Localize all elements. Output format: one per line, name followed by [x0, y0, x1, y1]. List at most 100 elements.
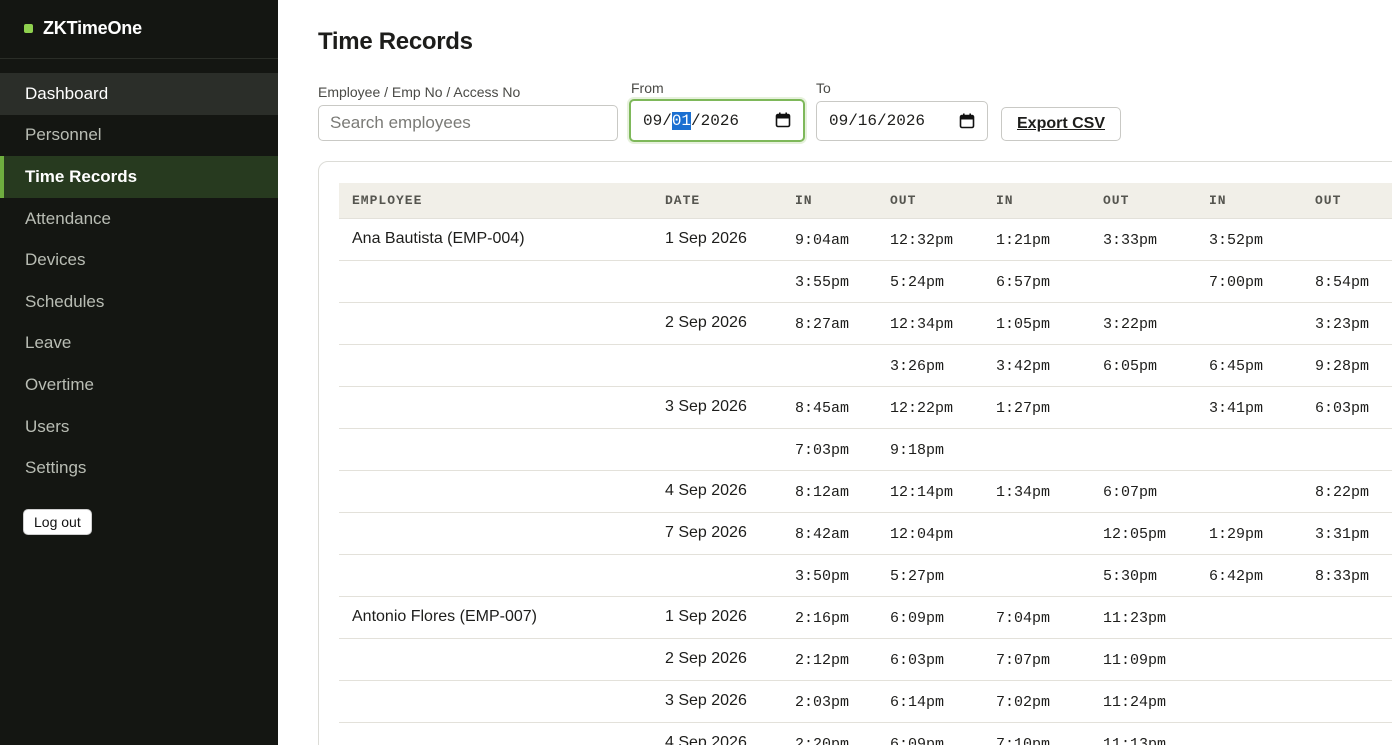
employee-cell — [339, 554, 652, 597]
table-row: 3:55pm 5:24pm 6:57pm 7:00pm 8:54pm — [339, 260, 1392, 303]
punch-time-cell — [1196, 302, 1302, 345]
sidebar-item-label: Personnel — [25, 125, 102, 145]
table-row: 3 Sep 2026 8:45am 12:22pm 1:27pm 3:41pm 6:03p… — [339, 386, 1392, 429]
calendar-icon[interactable] — [775, 112, 791, 128]
sidebar-item-devices[interactable]: Devices — [0, 239, 278, 281]
sidebar-item-personnel[interactable]: Personnel — [0, 115, 278, 157]
logout-button[interactable]: Log out — [23, 509, 92, 535]
sidebar-item-users[interactable]: Users — [0, 406, 278, 448]
punch-time-cell: 2:20pm — [782, 722, 877, 745]
punch-time-cell: 7:04pm — [983, 596, 1090, 639]
punch-time-cell: 6:05pm — [1090, 344, 1196, 387]
sidebar-item-label: Schedules — [25, 291, 105, 311]
punch-time-cell: 8:42am — [782, 512, 877, 555]
punch-time-cell — [1302, 596, 1392, 639]
punch-time-cell: 12:05pm — [1090, 512, 1196, 555]
employee-cell — [339, 344, 652, 387]
date-cell: 2 Sep 2026 — [652, 638, 782, 681]
punch-time-cell: 9:04am — [782, 218, 877, 261]
punch-time-cell: 11:13pm — [1090, 722, 1196, 745]
from-day-segment[interactable]: 01 — [671, 111, 692, 130]
sidebar-item-time-records[interactable]: Time Records — [0, 156, 278, 198]
punch-time-cell: 6:03pm — [877, 638, 983, 681]
punch-time-cell: 3:22pm — [1090, 302, 1196, 345]
punch-time-cell: 3:42pm — [983, 344, 1090, 387]
sidebar-item-label: Attendance — [25, 208, 112, 228]
table-row: 2 Sep 2026 8:27am 12:34pm 1:05pm 3:22pm 3:23p… — [339, 302, 1392, 345]
punch-time-cell: 3:55pm — [782, 260, 877, 303]
employee-cell — [339, 722, 652, 745]
time-records-table: EMPLOYEE DATE IN OUT IN OUT IN OUT Ana Bautista… — [339, 183, 1392, 745]
employee-cell — [339, 260, 652, 303]
punch-time-cell: 11:23pm — [1090, 596, 1196, 639]
punch-time-cell — [1196, 680, 1302, 723]
column-header-out: OUT — [1302, 183, 1392, 219]
sidebar-item-attendance[interactable]: Attendance — [0, 198, 278, 240]
table-row: Antonio Flores (EMP-007) 1 Sep 2026 2:16pm… — [339, 596, 1392, 639]
punch-time-cell: 6:09pm — [877, 596, 983, 639]
divider — [0, 58, 278, 59]
to-date-input[interactable]: 09/16/2026 — [816, 101, 988, 141]
punch-time-cell: 1:05pm — [983, 302, 1090, 345]
punch-time-cell: 3:23pm — [1302, 302, 1392, 345]
date-cell — [652, 554, 782, 597]
punch-time-cell: 3:33pm — [1090, 218, 1196, 261]
brand[interactable]: ZKTimeOne — [24, 17, 142, 39]
employee-cell — [339, 512, 652, 555]
punch-time-cell: 5:27pm — [877, 554, 983, 597]
brand-name: ZKTimeOne — [43, 17, 142, 38]
punch-time-cell: 3:41pm — [1196, 386, 1302, 429]
punch-time-cell: 12:04pm — [877, 512, 983, 555]
to-label: To — [816, 80, 831, 96]
punch-time-cell — [983, 428, 1090, 471]
search-input[interactable] — [318, 105, 618, 141]
punch-time-cell — [1090, 428, 1196, 471]
from-label: From — [631, 80, 664, 96]
export-csv-button[interactable]: Export CSV — [1001, 107, 1122, 141]
punch-time-cell — [1090, 260, 1196, 303]
date-cell — [652, 344, 782, 387]
from-date-value: 09/01/2026 — [643, 111, 740, 130]
calendar-icon[interactable] — [959, 113, 975, 129]
table-row: 3:26pm 3:42pm 6:05pm 6:45pm 9:28pm — [339, 344, 1392, 387]
punch-time-cell: 8:54pm — [1302, 260, 1392, 303]
punch-time-cell: 5:24pm — [877, 260, 983, 303]
column-header-in: IN — [782, 183, 877, 219]
sidebar-item-schedules[interactable]: Schedules — [0, 281, 278, 323]
punch-time-cell: 1:34pm — [983, 470, 1090, 513]
punch-time-cell: 12:22pm — [877, 386, 983, 429]
punch-time-cell — [1302, 428, 1392, 471]
date-cell: 1 Sep 2026 — [652, 218, 782, 261]
punch-time-cell: 8:22pm — [1302, 470, 1392, 513]
from-date-input[interactable]: 09/01/2026 — [629, 99, 805, 142]
punch-time-cell — [983, 554, 1090, 597]
punch-time-cell — [1196, 596, 1302, 639]
table-row: Ana Bautista (EMP-004) 1 Sep 2026 9:04am 12… — [339, 218, 1392, 261]
punch-time-cell: 7:00pm — [1196, 260, 1302, 303]
main-content: Time Records Employee / Emp No / Access … — [278, 0, 1392, 745]
search-label: Employee / Emp No / Access No — [318, 84, 521, 100]
punch-time-cell — [782, 344, 877, 387]
table-row: 7:03pm 9:18pm — [339, 428, 1392, 471]
punch-time-cell — [1302, 722, 1392, 745]
date-cell: 4 Sep 2026 — [652, 470, 782, 513]
sidebar-item-label: Users — [25, 416, 70, 436]
column-header-out: OUT — [877, 183, 983, 219]
sidebar-nav: Dashboard Personnel Time Records Attendance… — [0, 73, 278, 489]
employee-cell — [339, 470, 652, 513]
table-row: 7 Sep 2026 8:42am 12:04pm 12:05pm 1:29pm 3:31… — [339, 512, 1392, 555]
punch-time-cell — [1196, 722, 1302, 745]
punch-time-cell: 2:16pm — [782, 596, 877, 639]
column-header-out: OUT — [1090, 183, 1196, 219]
punch-time-cell — [1302, 680, 1392, 723]
table-row: 4 Sep 2026 8:12am 12:14pm 1:34pm 6:07pm 8:22p… — [339, 470, 1392, 513]
punch-time-cell: 11:09pm — [1090, 638, 1196, 681]
sidebar-item-label: Dashboard — [25, 83, 109, 103]
date-cell: 3 Sep 2026 — [652, 680, 782, 723]
punch-time-cell: 6:42pm — [1196, 554, 1302, 597]
sidebar-item-leave[interactable]: Leave — [0, 323, 278, 365]
sidebar-item-settings[interactable]: Settings — [0, 447, 278, 489]
sidebar-item-dashboard[interactable]: Dashboard — [0, 73, 278, 115]
punch-time-cell: 3:31pm — [1302, 512, 1392, 555]
sidebar-item-overtime[interactable]: Overtime — [0, 364, 278, 406]
